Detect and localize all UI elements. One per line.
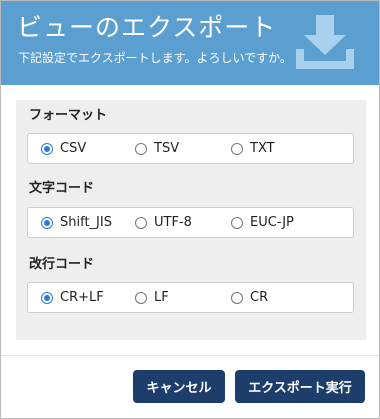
export-dialog: ビューのエクスポート 下記設定でエクスポートします。よろしいですか。 フォーマッ…: [0, 0, 380, 419]
format-option-label: CSV: [60, 140, 87, 156]
line-ending-option-label: CR+LF: [60, 289, 104, 305]
encoding-label: 文字コード: [29, 181, 95, 196]
format-label: フォーマット: [29, 108, 108, 123]
format-radio-group: CSV TSV TXT: [27, 133, 354, 164]
radio-unchecked-icon[interactable]: [135, 142, 147, 155]
line-ending-option-crlf[interactable]: CR+LF: [41, 283, 104, 312]
footer-divider: [1, 355, 379, 356]
encoding-option-label: UTF-8: [154, 214, 192, 230]
line-ending-radio-group: CR+LF LF CR: [27, 282, 354, 313]
radio-unchecked-icon[interactable]: [231, 216, 243, 229]
line-ending-label: 改行コード: [29, 257, 95, 272]
dialog-subtitle: 下記設定でエクスポートします。よろしいですか。: [18, 51, 292, 65]
cancel-button[interactable]: キャンセル: [133, 370, 225, 403]
dialog-header: ビューのエクスポート 下記設定でエクスポートします。よろしいですか。: [1, 1, 379, 85]
line-ending-option-lf[interactable]: LF: [135, 283, 169, 312]
format-option-txt[interactable]: TXT: [231, 134, 275, 163]
dialog-title: ビューのエクスポート: [17, 13, 277, 42]
encoding-option-euc-jp[interactable]: EUC-JP: [231, 208, 294, 237]
encoding-option-label: EUC-JP: [250, 214, 294, 230]
encoding-option-label: Shift_JIS: [60, 214, 112, 230]
line-ending-option-label: CR: [250, 289, 269, 305]
radio-unchecked-icon[interactable]: [231, 142, 243, 155]
radio-checked-icon[interactable]: [41, 216, 53, 229]
encoding-option-shift-jis[interactable]: Shift_JIS: [41, 208, 112, 237]
format-option-csv[interactable]: CSV: [41, 134, 86, 163]
format-option-label: TXT: [250, 140, 275, 156]
line-ending-option-cr[interactable]: CR: [231, 283, 268, 312]
radio-unchecked-icon[interactable]: [135, 291, 147, 304]
encoding-radio-group: Shift_JIS UTF-8 EUC-JP: [27, 207, 354, 238]
settings-panel: フォーマット CSV TSV TXT 文字コード Shift_JIS UTF-8…: [16, 100, 366, 340]
format-option-tsv[interactable]: TSV: [135, 134, 179, 163]
radio-checked-icon[interactable]: [41, 142, 53, 155]
encoding-option-utf-8[interactable]: UTF-8: [135, 208, 192, 237]
line-ending-option-label: LF: [154, 289, 169, 305]
format-option-label: TSV: [154, 140, 180, 156]
radio-checked-icon[interactable]: [41, 291, 53, 304]
export-button[interactable]: エクスポート実行: [235, 370, 365, 403]
radio-unchecked-icon[interactable]: [231, 291, 243, 304]
radio-unchecked-icon[interactable]: [135, 216, 147, 229]
download-icon: [296, 15, 354, 69]
